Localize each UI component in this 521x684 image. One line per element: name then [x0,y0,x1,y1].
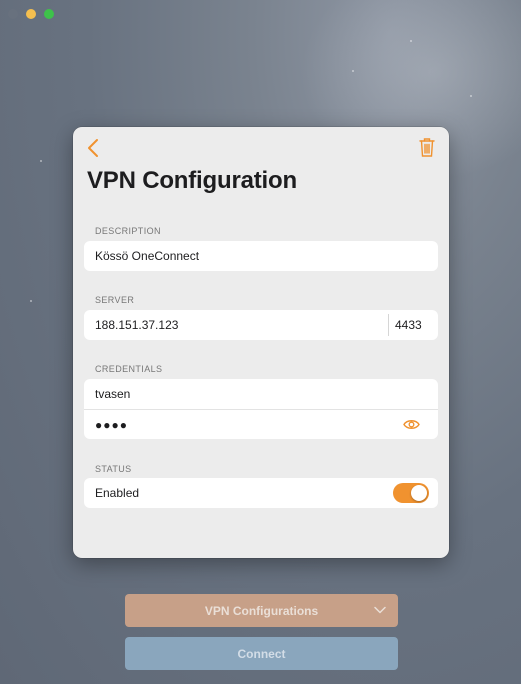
username-row: tvasen [84,379,438,409]
page-title: VPN Configuration [87,167,297,194]
server-card: 188.151.37.123 4433 [84,310,438,340]
chevron-down-icon [374,606,386,614]
background-star [470,95,472,97]
status-toggle-label: Enabled [95,486,140,500]
vpn-configuration-panel: VPN Configuration DESCRIPTION Kössö OneC… [73,127,449,558]
eye-icon[interactable] [403,418,420,431]
enabled-toggle[interactable] [393,483,429,503]
background-star [40,160,42,162]
window-maximize-button[interactable] [44,9,54,19]
password-row: ●●●● [84,409,438,439]
status-row: Enabled [84,478,438,508]
vpn-configurations-label: VPN Configurations [204,603,319,618]
back-chevron-icon [88,139,98,157]
description-row: Kössö OneConnect [84,241,438,271]
username-field[interactable]: tvasen [95,387,438,401]
credentials-section-label: CREDENTIALS [95,364,163,374]
window-close-button[interactable] [8,9,18,19]
delete-button[interactable] [417,136,437,158]
server-row: 188.151.37.123 4433 [84,310,438,340]
back-button[interactable] [85,137,103,159]
server-address-field[interactable]: 188.151.37.123 [95,318,438,332]
status-section-label: STATUS [95,464,132,474]
connect-button[interactable]: Connect [125,637,398,670]
description-card: Kössö OneConnect [84,241,438,271]
connect-label: Connect [237,646,286,661]
password-field[interactable]: ●●●● [95,418,438,432]
status-card: Enabled [84,478,438,508]
background-star [352,70,354,72]
background-star [30,300,32,302]
description-section-label: DESCRIPTION [95,226,161,236]
server-section-label: SERVER [95,295,135,305]
background-star [410,40,412,42]
server-port-field[interactable]: 4433 [388,314,438,336]
vpn-configurations-button[interactable]: VPN Configurations [125,594,398,627]
toggle-knob [411,485,427,501]
window-minimize-button[interactable] [26,9,36,19]
trash-icon [419,138,435,157]
credentials-card: tvasen ●●●● [84,379,438,439]
description-field[interactable]: Kössö OneConnect [95,249,438,263]
